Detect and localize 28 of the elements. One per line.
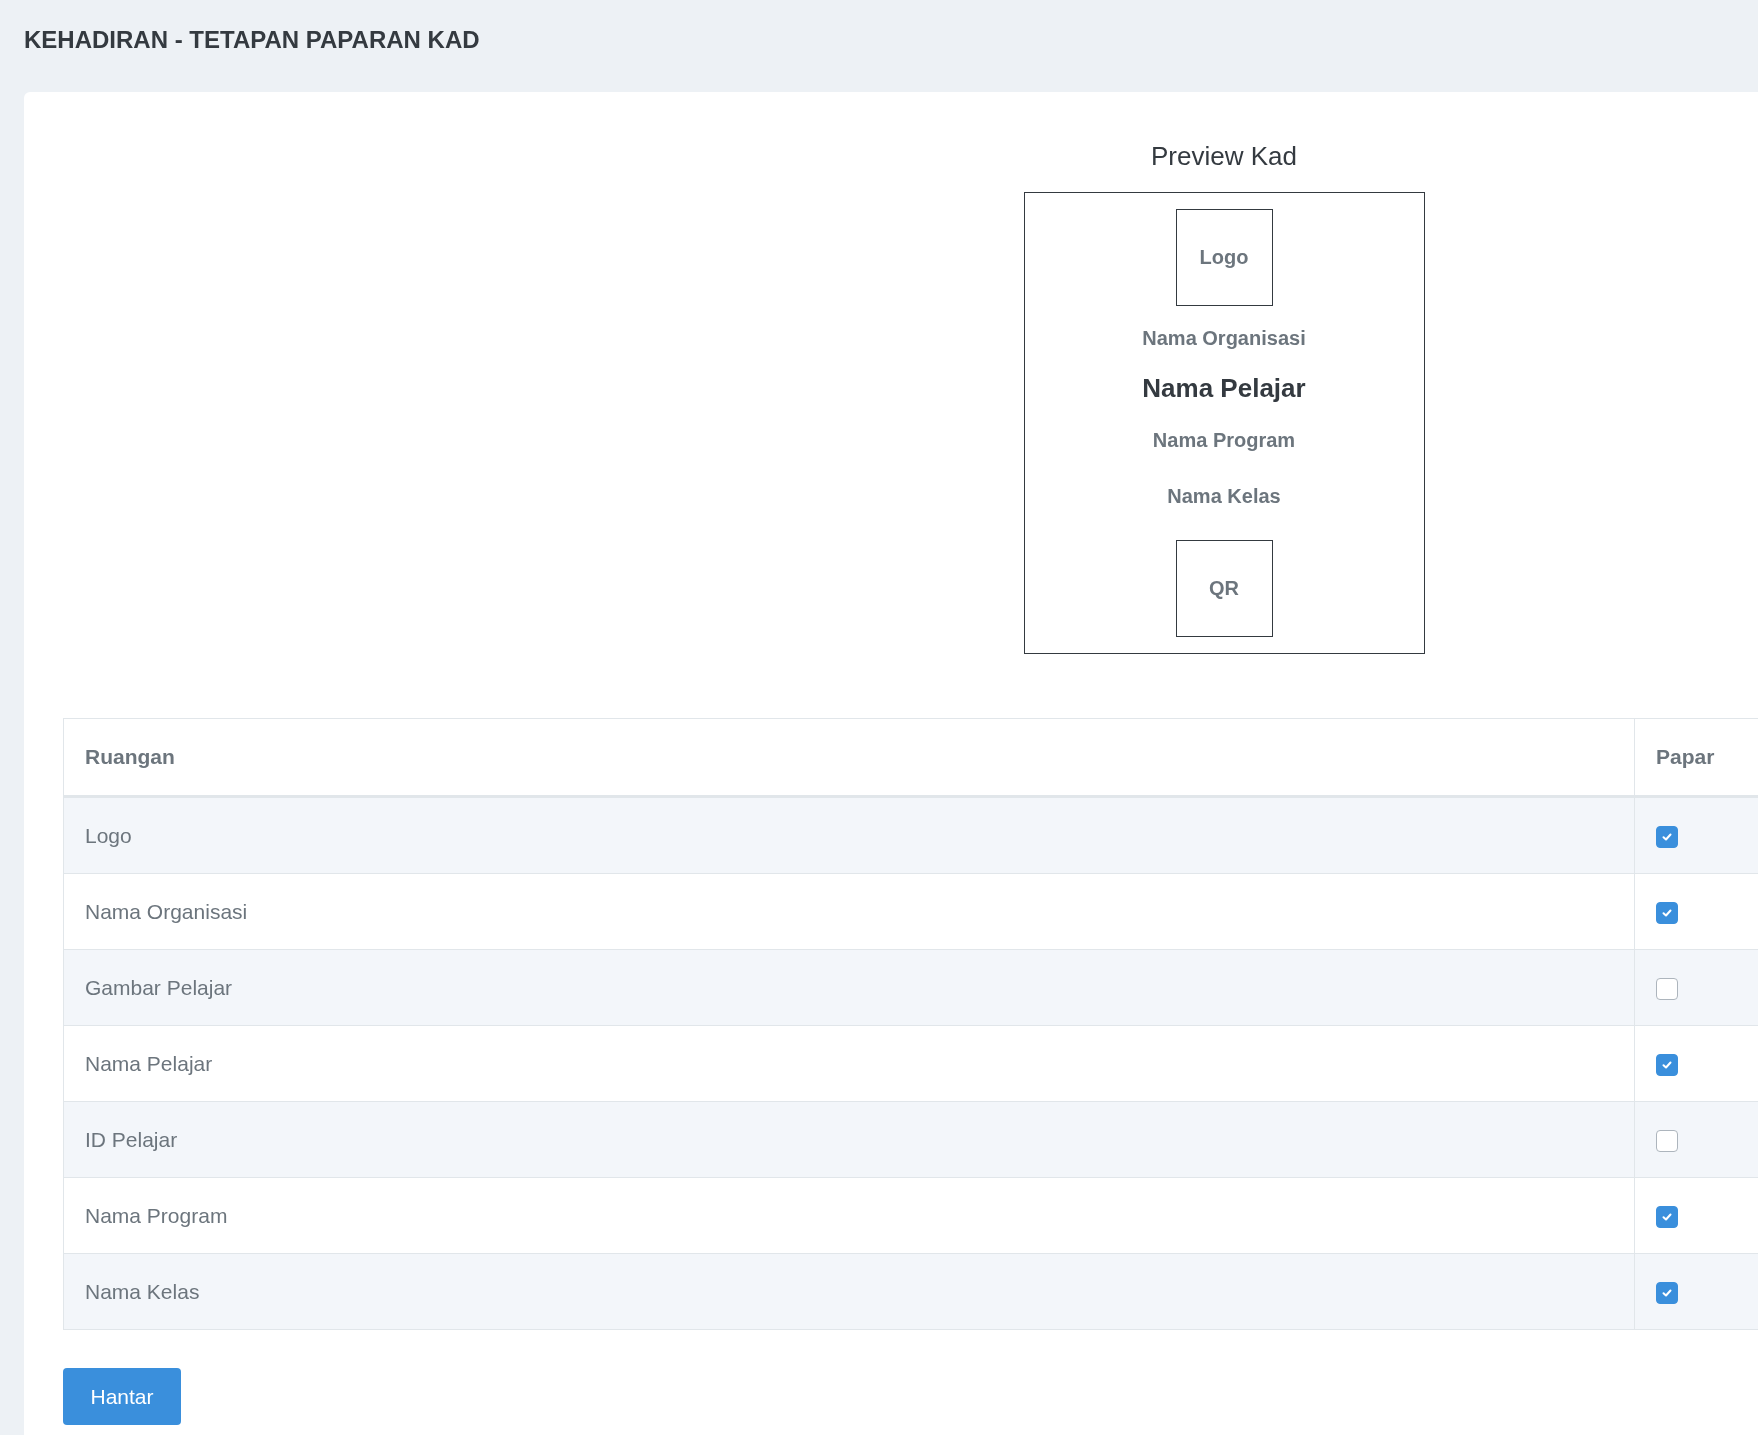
table-cell: Gambar Pelajar <box>63 949 1635 1026</box>
checkbox[interactable] <box>1656 901 1678 924</box>
checkbox[interactable] <box>1656 1205 1678 1228</box>
checkbox[interactable] <box>1656 825 1678 848</box>
card-name-text: Nama Pelajar <box>1142 372 1306 405</box>
check-icon <box>1661 1058 1673 1071</box>
check-icon <box>1661 906 1673 919</box>
table-cell: Nama Pelajar <box>63 1025 1635 1102</box>
check-icon <box>1661 830 1673 843</box>
card-text: Nama Kelas <box>1167 484 1281 509</box>
placeholder-box: QR <box>1175 540 1273 637</box>
card-text: Nama Program <box>1152 428 1296 453</box>
check-icon <box>1661 1286 1673 1299</box>
table-cell: Nama Program <box>63 1177 1635 1254</box>
check-icon <box>1661 1210 1673 1223</box>
placeholder-box: Logo <box>1175 209 1273 306</box>
checkbox[interactable] <box>1656 977 1678 1000</box>
table-cell: Nama Organisasi <box>63 873 1635 950</box>
checkbox[interactable] <box>1656 1053 1678 1076</box>
table-cell: Logo <box>63 796 1635 874</box>
table-cell: ID Pelajar <box>63 1101 1635 1178</box>
checkbox[interactable] <box>1656 1129 1678 1152</box>
table-cell: Nama Kelas <box>63 1253 1635 1330</box>
card-text: Nama Organisasi <box>1142 326 1306 351</box>
preview-title: Preview Kad <box>1151 140 1297 173</box>
page-title: KEHADIRAN - TETAPAN PAPARAN KAD <box>23 25 481 55</box>
checkbox[interactable] <box>1656 1281 1678 1304</box>
submit-button[interactable]: Hantar <box>63 1368 181 1425</box>
